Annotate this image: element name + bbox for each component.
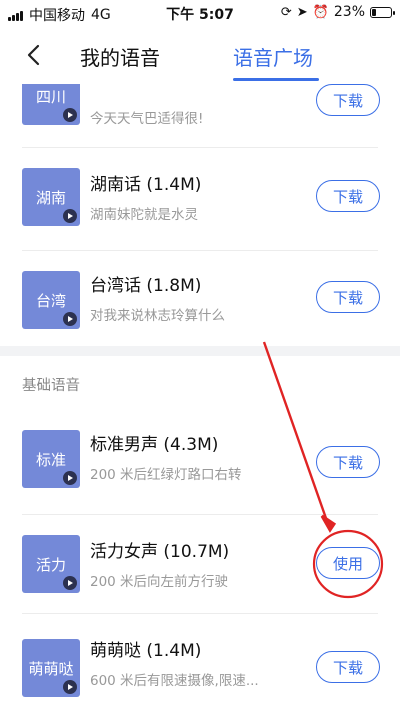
voice-desc: 600 米后有限速摄像,限速... [90,673,259,689]
voice-name: 台湾话 (1.8M) [90,276,202,296]
back-button[interactable] [18,40,48,70]
voice-row-sichuan: 四川 今天天气巴适得很! 下载 [0,84,400,149]
chevron-left-icon [27,44,40,66]
tab-my-voices[interactable]: 我的语音 [80,42,160,71]
status-bar: 中国移动 4G 下午 5:07 ⟳ ➤ ⏰ 23% [0,0,400,26]
voice-thumb: 活力 [22,535,80,593]
play-icon[interactable] [63,209,77,223]
play-icon[interactable] [63,108,77,122]
thumb-label: 湖南 [35,188,66,207]
voice-desc: 今天天气巴适得很! [90,111,204,127]
thumb-label: 台湾 [35,291,66,310]
thumb-label: 活力 [35,555,66,574]
download-button[interactable]: 下载 [316,84,380,116]
voice-row-standard-male: 标准 标准男声 (4.3M) 200 米后红绿灯路口右转 下载 [0,410,400,515]
voice-thumb: 萌萌哒 [22,639,80,697]
voice-thumb: 台湾 [22,271,80,329]
voice-row-taiwan: 台湾 台湾话 (1.8M) 对我来说林志玲算什么 下载 [0,251,400,356]
play-icon[interactable] [63,680,77,694]
active-tab-indicator [233,78,319,81]
voice-row-cute: 萌萌哒 萌萌哒 (1.4M) 600 米后有限速摄像,限速... 下载 [0,614,400,715]
voice-name: 萌萌哒 (1.4M) [90,641,202,661]
play-icon[interactable] [63,312,77,326]
thumb-label: 四川 [35,87,66,106]
voice-desc: 200 米后向左前方行驶 [90,574,229,590]
voice-list: 四川 今天天气巴适得很! 下载 湖南 湖南话 (1.4M) 湖南妹陀就是水灵 下… [0,84,400,715]
tab-voice-square[interactable]: 语音广场 [233,42,313,71]
play-icon[interactable] [63,576,77,590]
voice-name: 湖南话 (1.4M) [90,175,202,195]
use-button[interactable]: 使用 [316,547,380,579]
section-title-basic: 基础语音 [22,378,80,394]
nav-bar: 我的语音 语音广场 [0,28,400,84]
voice-row-vital-female: 活力 活力女声 (10.7M) 200 米后向左前方行驶 使用 [0,515,400,620]
alarm-icon: ⏰ [312,4,329,20]
thumb-label: 萌萌哒 [28,659,74,678]
voice-name: 标准男声 (4.3M) [90,435,219,455]
voice-desc: 湖南妹陀就是水灵 [90,207,198,223]
rotation-lock-icon: ⟳ [280,4,292,20]
section-gap [0,346,400,356]
voice-desc: 对我来说林志玲算什么 [90,308,225,324]
download-button[interactable]: 下载 [316,446,380,478]
voice-row-hunan: 湖南 湖南话 (1.4M) 湖南妹陀就是水灵 下载 [0,148,400,253]
play-icon[interactable] [63,471,77,485]
voice-thumb: 标准 [22,430,80,488]
download-button[interactable]: 下载 [316,281,380,313]
battery-fill [372,8,376,16]
thumb-label: 标准 [35,450,66,469]
battery-icon [370,6,395,18]
voice-name: 活力女声 (10.7M) [90,542,230,562]
voice-thumb: 湖南 [22,168,80,226]
location-icon: ➤ [296,4,308,20]
voice-thumb: 四川 [22,84,80,125]
status-right: ⟳ ➤ ⏰ 23% [280,4,395,20]
battery-percent: 23% [333,4,365,20]
download-button[interactable]: 下载 [316,180,380,212]
voice-desc: 200 米后红绿灯路口右转 [90,467,242,483]
download-button[interactable]: 下载 [316,651,380,683]
